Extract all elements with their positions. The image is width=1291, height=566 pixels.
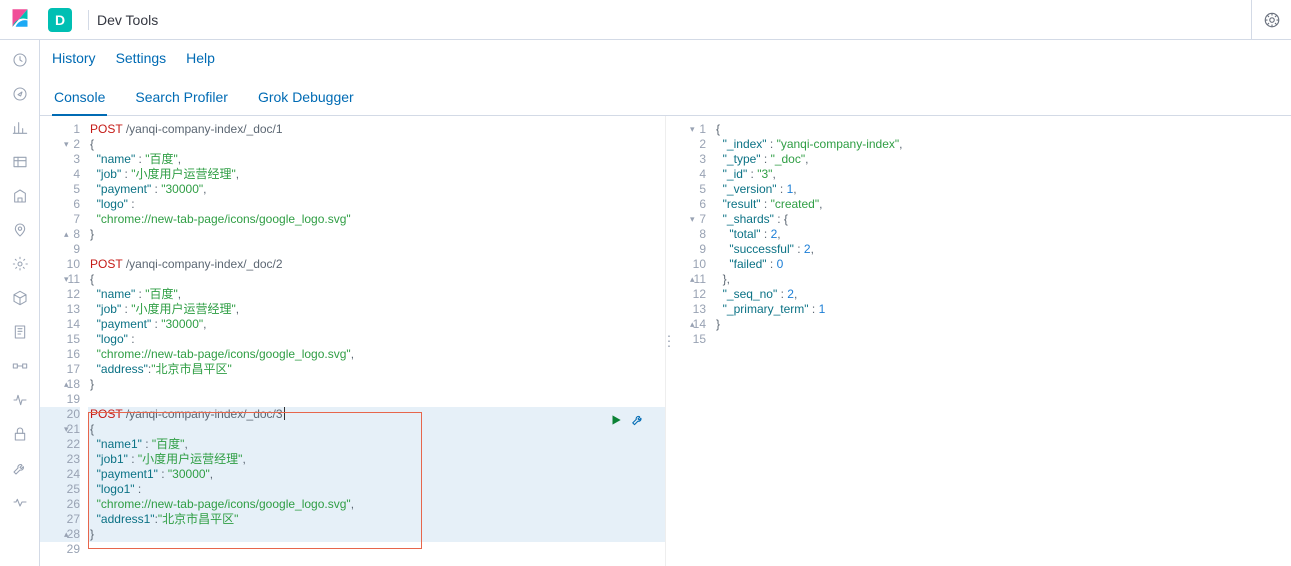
code-line[interactable]: { <box>88 137 665 152</box>
response-editor[interactable]: 123456789101112131415 { "_index" : "yanq… <box>666 116 1291 566</box>
code-line[interactable]: "chrome://new-tab-page/icons/google_logo… <box>88 212 665 227</box>
app-title: Dev Tools <box>97 12 158 28</box>
pipeline-icon[interactable] <box>8 354 32 378</box>
nav-toggle-button[interactable] <box>0 0 40 40</box>
help-icon[interactable] <box>1251 0 1291 40</box>
code-line[interactable] <box>88 542 665 557</box>
wrench-icon[interactable] <box>8 456 32 480</box>
code-line[interactable]: "name1" : "百度", <box>88 437 665 452</box>
code-line[interactable] <box>88 242 665 257</box>
code-line[interactable]: "payment1" : "30000", <box>88 467 665 482</box>
code-line[interactable]: "_type" : "_doc", <box>714 152 1291 167</box>
code-line[interactable] <box>88 392 665 407</box>
code-line[interactable]: "job" : "小度用户运营经理", <box>88 167 665 182</box>
link-help[interactable]: Help <box>186 50 215 66</box>
code-line[interactable]: "_shards" : { <box>714 212 1291 227</box>
tab-console[interactable]: Console <box>52 89 107 115</box>
code-line[interactable]: } <box>88 527 665 542</box>
code-line[interactable]: { <box>88 272 665 287</box>
gear-ml-icon[interactable] <box>8 252 32 276</box>
tab-search-profiler[interactable]: Search Profiler <box>133 89 230 115</box>
code-line[interactable]: "_index" : "yanqi-company-index", <box>714 137 1291 152</box>
code-line[interactable]: "total" : 2, <box>714 227 1291 242</box>
link-settings[interactable]: Settings <box>116 50 167 66</box>
code-line[interactable]: "_seq_no" : 2, <box>714 287 1291 302</box>
bar-chart-icon[interactable] <box>8 116 32 140</box>
request-options-button[interactable] <box>631 413 645 431</box>
code-line[interactable]: "address1":"北京市昌平区" <box>88 512 665 527</box>
code-line[interactable]: } <box>714 317 1291 332</box>
code-line[interactable]: "logo1" : <box>88 482 665 497</box>
code-line[interactable]: "result" : "created", <box>714 197 1291 212</box>
code-line[interactable]: } <box>88 227 665 242</box>
kibana-logo-icon <box>10 8 30 31</box>
code-line[interactable]: "logo" : <box>88 332 665 347</box>
response-pane: ⋮ 123456789101112131415 { "_index" : "ya… <box>666 116 1291 566</box>
code-line[interactable]: "payment" : "30000", <box>88 182 665 197</box>
request-pane: 1234567891011121314151617181920212223242… <box>40 116 666 566</box>
code-line[interactable]: POST /yanqi-company-index/_doc/3 <box>88 407 665 422</box>
lock-icon[interactable] <box>8 422 32 446</box>
code-line[interactable] <box>714 332 1291 347</box>
code-line[interactable]: }, <box>714 272 1291 287</box>
building-icon[interactable] <box>8 184 32 208</box>
code-line[interactable]: POST /yanqi-company-index/_doc/2 <box>88 257 665 272</box>
code-line[interactable]: "_version" : 1, <box>714 182 1291 197</box>
code-line[interactable]: "_id" : "3", <box>714 167 1291 182</box>
code-line[interactable]: "failed" : 0 <box>714 257 1291 272</box>
code-line[interactable]: POST /yanqi-company-index/_doc/1 <box>88 122 665 137</box>
link-history[interactable]: History <box>52 50 96 66</box>
code-line[interactable]: "name" : "百度", <box>88 287 665 302</box>
tabs: Console Search Profiler Grok Debugger <box>40 76 1291 116</box>
sub-links: History Settings Help <box>40 40 1291 76</box>
request-editor[interactable]: 1234567891011121314151617181920212223242… <box>40 116 665 566</box>
compass-icon[interactable] <box>8 82 32 106</box>
side-nav <box>0 40 40 566</box>
code-line[interactable]: { <box>88 422 665 437</box>
code-line[interactable]: { <box>714 122 1291 137</box>
notebook-icon[interactable] <box>8 320 32 344</box>
code-line[interactable]: "job1" : "小度用户运营经理", <box>88 452 665 467</box>
code-line[interactable]: "chrome://new-tab-page/icons/google_logo… <box>88 497 665 512</box>
code-line[interactable]: "successful" : 2, <box>714 242 1291 257</box>
code-line[interactable]: "chrome://new-tab-page/icons/google_logo… <box>88 347 665 362</box>
code-line[interactable]: "logo" : <box>88 197 665 212</box>
clock-icon[interactable] <box>8 48 32 72</box>
code-line[interactable]: "payment" : "30000", <box>88 317 665 332</box>
code-line[interactable]: "name" : "百度", <box>88 152 665 167</box>
table-icon[interactable] <box>8 150 32 174</box>
tab-grok-debugger[interactable]: Grok Debugger <box>256 89 356 115</box>
run-request-button[interactable] <box>609 413 623 431</box>
cube-icon[interactable] <box>8 286 32 310</box>
code-line[interactable]: "job" : "小度用户运营经理", <box>88 302 665 317</box>
heart-icon[interactable] <box>8 490 32 514</box>
divider <box>88 10 89 30</box>
pulse-icon[interactable] <box>8 388 32 412</box>
code-line[interactable]: } <box>88 377 665 392</box>
app-badge: D <box>48 8 72 32</box>
pin-icon[interactable] <box>8 218 32 242</box>
top-bar: D Dev Tools <box>0 0 1291 40</box>
code-line[interactable]: "address":"北京市昌平区" <box>88 362 665 377</box>
code-line[interactable]: "_primary_term" : 1 <box>714 302 1291 317</box>
